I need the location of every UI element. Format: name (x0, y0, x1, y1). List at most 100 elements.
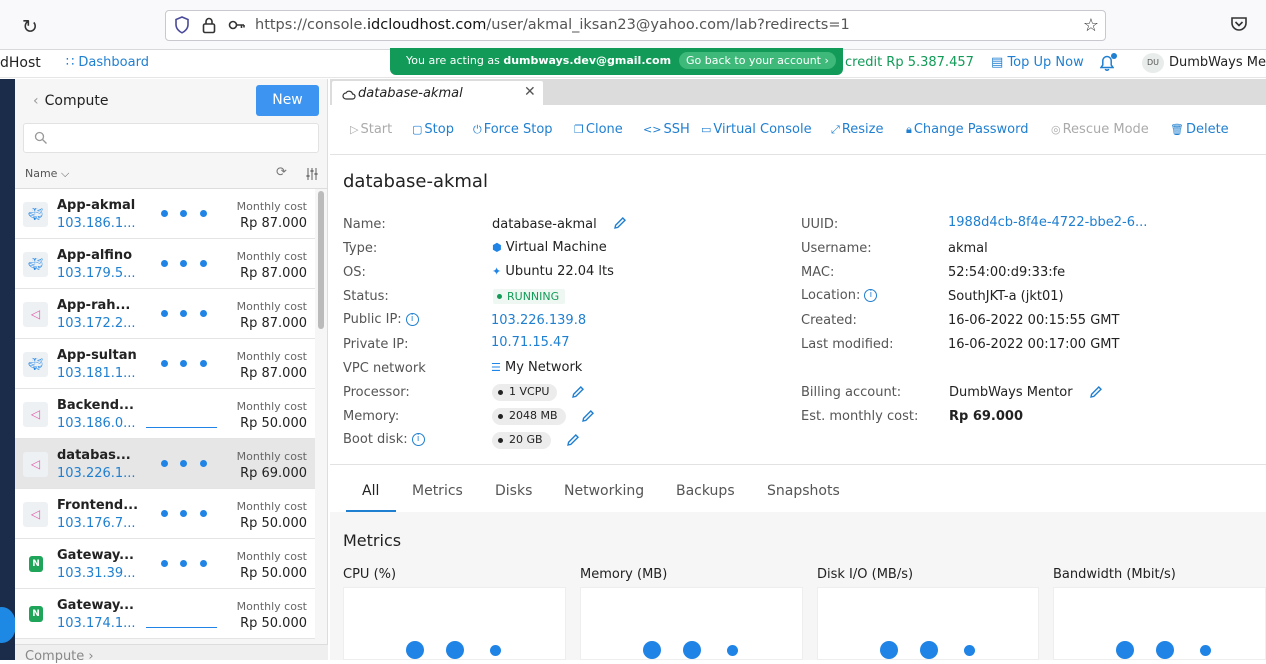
ssh-button[interactable]: <> SSH (643, 122, 690, 137)
item-name: App-rah... (57, 298, 131, 313)
address-bar[interactable]: https://console.idcloudhost.com/user/akm… (165, 10, 1106, 41)
list-item[interactable]: ◁ App-rah... 103.172.2... Monthly cost Rp 87… (15, 289, 315, 339)
close-icon[interactable]: ✕ (524, 84, 536, 100)
edit-billing-pencil-icon[interactable] (1089, 384, 1103, 403)
list-item[interactable]: ◁ Backend... 103.186.0... Monthly cost Rp 50… (15, 389, 315, 439)
item-ip[interactable]: 103.226.1... (57, 466, 137, 481)
memory-pill: 2048 MB (492, 408, 566, 425)
chat-bubble-icon[interactable] (0, 607, 16, 643)
sidebar-footer[interactable]: Compute › (15, 644, 328, 664)
docker-icon: 🐳︎ (23, 252, 48, 277)
list-item[interactable]: 🐳︎ App-alfino 103.179.5... Monthly cost Rp 8… (15, 239, 315, 289)
cost-value: Rp 69.000 (949, 409, 1024, 424)
loading-dots (161, 510, 211, 518)
virtual-console-button[interactable]: ▭ Virtual Console (701, 122, 812, 137)
shield-icon[interactable] (174, 16, 190, 38)
vpc-value[interactable]: ☰ My Network (491, 360, 582, 375)
compute-list: 🐳︎ App-akmal 103.186.1... Monthly cost Rp 87… (15, 189, 315, 639)
list-item[interactable]: N Gateway... 103.31.39... Monthly cost Rp 50… (15, 539, 315, 589)
info-icon[interactable]: i (411, 433, 425, 446)
username-value: akmal (948, 241, 988, 256)
avatar[interactable]: DU (1142, 53, 1164, 73)
tab-database-akmal[interactable]: database-akmal ✕ (332, 81, 543, 105)
edit-memory-pencil-icon[interactable] (581, 408, 595, 427)
item-ip[interactable]: 103.179.5... (57, 266, 137, 281)
detail-tabs: All Metrics Disks Networking Backups Sna… (330, 465, 1266, 512)
reload-icon[interactable]: ↻ (22, 16, 38, 38)
bookmark-star-icon[interactable]: ☆ (1083, 15, 1099, 36)
item-ip[interactable]: 103.174.1... (57, 616, 137, 631)
item-ip[interactable]: 103.186.0... (57, 416, 137, 431)
uuid-value[interactable]: 1988d4cb-8f4e-4722-bbe2-6... (948, 215, 1147, 230)
account-name[interactable]: DumbWays Me (1169, 55, 1266, 70)
bandwidth-chart (1053, 587, 1266, 660)
vm-icon: ◁ (23, 302, 48, 327)
filter-settings-icon[interactable] (305, 166, 319, 185)
search-icon (34, 130, 48, 149)
modified-value: 16-06-2022 00:17:00 GMT (948, 337, 1120, 352)
billing-label: Billing account: (801, 385, 902, 400)
new-button[interactable]: New (256, 85, 319, 116)
tab-disks[interactable]: Disks (495, 483, 532, 499)
lock-icon: 🔒︎ (906, 123, 912, 136)
list-item[interactable]: ◁ Frontend... 103.176.7... Monthly cost Rp 5… (15, 489, 315, 539)
list-item[interactable]: 🐳︎ App-akmal 103.186.1... Monthly cost Rp 87… (15, 189, 315, 239)
clone-button[interactable]: ❐ Clone (574, 122, 623, 137)
item-ip[interactable]: 103.181.1... (57, 366, 137, 381)
loading-spinner (643, 641, 743, 661)
chevron-left-icon[interactable]: ‹ (33, 93, 39, 109)
list-item[interactable]: ◁ databas... 103.226.1... Monthly cost Rp 69… (15, 439, 315, 489)
key-icon[interactable] (228, 17, 246, 37)
resize-button[interactable]: ⤢ Resize (831, 122, 883, 137)
sidebar-scrollbar[interactable] (318, 191, 324, 329)
item-ip[interactable]: 103.172.2... (57, 316, 137, 331)
status-badge: RUNNING (493, 289, 566, 304)
go-back-button[interactable]: Go back to your account › (679, 52, 836, 69)
credit-balance: credit Rp 5.387.457 (845, 55, 974, 70)
info-icon[interactable]: i (864, 289, 878, 302)
search-input[interactable] (23, 123, 319, 153)
item-ip[interactable]: 103.31.39... (57, 566, 137, 581)
processor-pill: 1 VCPU (492, 384, 558, 401)
url-text[interactable]: https://console.idcloudhost.com/user/akm… (255, 17, 850, 33)
tab-all[interactable]: All (362, 483, 379, 499)
edit-name-pencil-icon[interactable] (613, 215, 627, 234)
lock-icon[interactable] (202, 16, 216, 38)
dashboard-link[interactable]: ∷ Dashboard (66, 55, 149, 70)
rescue-mode-button[interactable]: ◎ Rescue Mode (1051, 122, 1149, 137)
sort-by-name[interactable]: Name ⌵ (25, 167, 69, 181)
loading-bar (146, 427, 217, 428)
tab-backups[interactable]: Backups (676, 483, 735, 499)
loading-spinner (406, 641, 506, 661)
topup-link[interactable]: ▤ Top Up Now (991, 55, 1084, 70)
name-label: Name: (343, 217, 386, 232)
bell-icon[interactable] (1099, 53, 1117, 75)
delete-button[interactable]: 🗑︎ Delete (1170, 122, 1229, 137)
edit-disk-pencil-icon[interactable] (566, 432, 580, 451)
item-price: Rp 69.000 (240, 466, 307, 481)
boot-disk-label: Boot disk: i (343, 432, 425, 447)
brand-logo[interactable]: dHost (0, 55, 41, 71)
change-password-button[interactable]: 🔒︎ Change Password (906, 122, 1029, 137)
list-item[interactable]: N Gateway... 103.174.1... Monthly cost Rp 50… (15, 589, 315, 639)
refresh-icon[interactable]: ⟳ (276, 165, 287, 180)
loading-dots (161, 560, 211, 568)
start-button[interactable]: ▷ Start (350, 122, 392, 137)
public-ip-value[interactable]: 103.226.139.8 (491, 313, 586, 328)
list-item[interactable]: 🐳︎ App-sultan 103.181.1... Monthly cost Rp 8… (15, 339, 315, 389)
grid-icon: ∷ (66, 55, 75, 70)
tab-metrics[interactable]: Metrics (412, 483, 463, 499)
private-ip-value[interactable]: 10.71.15.47 (491, 335, 570, 350)
sidebar-title[interactable]: ‹ Compute (33, 93, 108, 109)
edit-processor-pencil-icon[interactable] (571, 384, 585, 403)
detail-panel: database-akmal ✕ ▷ Start ▢ Stop ⏻ Force Sto… (330, 79, 1266, 660)
tab-snapshots[interactable]: Snapshots (767, 483, 840, 499)
item-ip[interactable]: 103.176.7... (57, 516, 137, 531)
info-icon[interactable]: i (405, 313, 419, 326)
item-ip[interactable]: 103.186.1... (57, 216, 137, 231)
tab-networking[interactable]: Networking (564, 483, 644, 499)
pocket-icon[interactable] (1230, 16, 1248, 36)
resize-icon: ⤢ (831, 123, 840, 136)
force-stop-button[interactable]: ⏻ Force Stop (473, 122, 553, 137)
stop-button[interactable]: ▢ Stop (412, 122, 454, 137)
